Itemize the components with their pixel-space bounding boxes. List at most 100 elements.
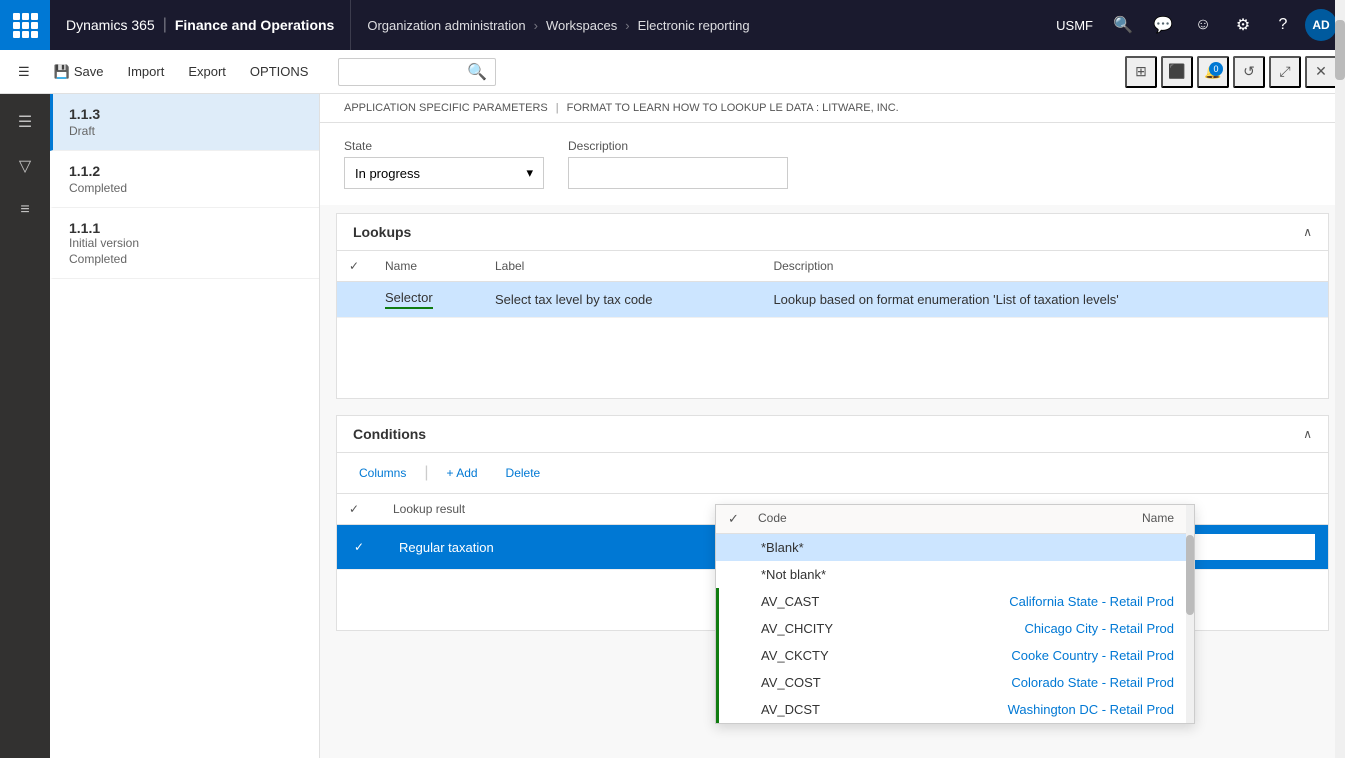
lookup-dropdown-header: ✓ Code Name xyxy=(716,505,1194,534)
sidebar-nav-list-icon[interactable]: ≡ xyxy=(5,190,45,230)
item-name: Chicago City - Retail Prod xyxy=(968,621,1183,636)
grid-view-button[interactable]: ⊞ xyxy=(1125,56,1157,88)
form-area: State In progress ▾ Description xyxy=(320,123,1345,205)
breadcrumb-org-admin[interactable]: Organization administration xyxy=(367,18,525,33)
item-code: *Blank* xyxy=(761,540,968,555)
version-status: Draft xyxy=(69,124,303,138)
detach-button[interactable]: ⤢ xyxy=(1269,56,1301,88)
list-item[interactable]: AV_DCST Washington DC - Retail Prod xyxy=(716,696,1194,723)
state-value: In progress xyxy=(355,166,420,181)
help-button[interactable]: ? xyxy=(1265,7,1301,43)
export-button[interactable]: Export xyxy=(178,56,236,88)
page-header-part2: FORMAT TO LEARN HOW TO LOOKUP LE DATA : … xyxy=(567,102,899,114)
notification-button[interactable]: 🔔 0 xyxy=(1197,56,1229,88)
row-name-cell: Selector xyxy=(373,282,483,318)
import-button[interactable]: Import xyxy=(117,56,174,88)
add-button[interactable]: + Add xyxy=(437,459,488,487)
list-item[interactable]: AV_CKCTY Cooke Country - Retail Prod xyxy=(716,642,1194,669)
description-input[interactable] xyxy=(568,157,788,189)
content-area: APPLICATION SPECIFIC PARAMETERS | FORMAT… xyxy=(320,94,1345,758)
close-button[interactable]: ✕ xyxy=(1305,56,1337,88)
smiley-button[interactable]: ☺ xyxy=(1185,7,1221,43)
page-scrollbar[interactable] xyxy=(1335,0,1345,758)
lookup-header-code: Code xyxy=(758,511,966,527)
item-code: *Not blank* xyxy=(761,567,968,582)
version-number: 1.1.3 xyxy=(69,106,303,122)
item-name: Cooke Country - Retail Prod xyxy=(968,648,1183,663)
item-code: AV_DCST xyxy=(761,702,968,717)
brand-separator: | xyxy=(163,16,167,34)
delete-button[interactable]: Delete xyxy=(496,459,551,487)
waffle-button[interactable] xyxy=(0,0,50,50)
options-button[interactable]: OPTIONS xyxy=(240,56,319,88)
sidebar-nav-filter-icon[interactable]: ▽ xyxy=(5,146,45,186)
version-number: 1.1.2 xyxy=(69,163,303,179)
form-row: State In progress ▾ Description xyxy=(344,139,1321,189)
list-item[interactable]: AV_COST Colorado State - Retail Prod xyxy=(716,669,1194,696)
version-item-113[interactable]: 1.1.3 Draft xyxy=(50,94,319,151)
waffle-icon xyxy=(13,13,38,38)
toolbar-search-input[interactable] xyxy=(347,64,467,79)
lookups-section-header[interactable]: Lookups ∧ xyxy=(337,214,1328,251)
state-select[interactable]: In progress ▾ xyxy=(344,157,544,189)
lookups-header-row: ✓ Name Label Description xyxy=(337,251,1328,282)
selector-name: Selector xyxy=(385,290,433,309)
toolbar-search-box[interactable]: 🔍 xyxy=(338,58,496,86)
breadcrumb-workspaces[interactable]: Workspaces xyxy=(546,18,617,33)
add-label: + Add xyxy=(447,466,478,480)
item-code: AV_CKCTY xyxy=(761,648,968,663)
company-selector[interactable]: USMF xyxy=(1048,18,1101,33)
columns-label: Columns xyxy=(359,466,406,480)
item-name: Washington DC - Retail Prod xyxy=(968,702,1183,717)
item-code: AV_COST xyxy=(761,675,968,690)
table-row[interactable]: Selector Select tax level by tax code Lo… xyxy=(337,282,1328,318)
lookups-chevron-icon: ∧ xyxy=(1303,225,1312,239)
breadcrumb-electronic-reporting[interactable]: Electronic reporting xyxy=(638,18,750,33)
breadcrumb: Organization administration › Workspaces… xyxy=(351,18,1048,33)
settings-button[interactable]: ⚙ xyxy=(1225,7,1261,43)
lookups-empty-space xyxy=(337,318,1328,398)
conditions-chevron-icon: ∧ xyxy=(1303,427,1312,441)
refresh-button[interactable]: ↺ xyxy=(1233,56,1265,88)
office-button[interactable]: ⬛ xyxy=(1161,56,1193,88)
lookups-section: Lookups ∧ ✓ Name Label xyxy=(336,213,1329,399)
row-check-cell xyxy=(337,282,373,318)
list-item[interactable]: *Blank* xyxy=(716,534,1194,561)
list-item[interactable]: *Not blank* xyxy=(716,561,1194,588)
notification-count: 0 xyxy=(1209,62,1223,76)
conditions-section-header[interactable]: Conditions ∧ xyxy=(337,416,1328,453)
lookup-result-value: Regular taxation xyxy=(399,540,494,555)
lookup-header-name: Name xyxy=(966,511,1182,527)
save-icon: 💾 xyxy=(54,64,70,80)
lookups-col-label: Label xyxy=(483,251,761,282)
state-label: State xyxy=(344,139,544,153)
brand-dynamics365: Dynamics 365 xyxy=(66,17,155,33)
message-button[interactable]: 💬 xyxy=(1145,7,1181,43)
brand-finance-operations: Finance and Operations xyxy=(175,17,334,33)
version-status: Completed xyxy=(69,252,303,266)
row-description-cell: Lookup based on format enumeration 'List… xyxy=(761,282,1328,318)
hamburger-icon: ☰ xyxy=(18,64,30,80)
item-code: AV_CAST xyxy=(761,594,968,609)
hamburger-button[interactable]: ☰ xyxy=(8,56,40,88)
top-nav-bar: Dynamics 365 | Finance and Operations Or… xyxy=(0,0,1345,50)
search-button[interactable]: 🔍 xyxy=(1105,7,1141,43)
dropdown-scrollbar[interactable] xyxy=(1186,505,1194,723)
lookup-header-check: ✓ xyxy=(728,511,758,527)
list-item[interactable]: AV_CHCITY Chicago City - Retail Prod xyxy=(716,615,1194,642)
lookups-col-description: Description xyxy=(761,251,1328,282)
version-item-112[interactable]: 1.1.2 Completed xyxy=(50,151,319,208)
row-label-cell: Select tax level by tax code xyxy=(483,282,761,318)
save-button[interactable]: 💾 Save xyxy=(44,56,114,88)
action-toolbar: ☰ 💾 Save Import Export OPTIONS 🔍 ⊞ ⬛ 🔔 0… xyxy=(0,50,1345,94)
sidebar-nav-menu-icon[interactable]: ☰ xyxy=(5,102,45,142)
check-icon: ✓ xyxy=(349,259,359,273)
content-inner: APPLICATION SPECIFIC PARAMETERS | FORMAT… xyxy=(320,94,1345,758)
sidebar-nav: ☰ ▽ ≡ xyxy=(0,94,50,758)
version-list: 1.1.3 Draft 1.1.2 Completed 1.1.1 Initia… xyxy=(50,94,320,758)
version-item-111[interactable]: 1.1.1 Initial version Completed xyxy=(50,208,319,279)
cond-row-check-cell: ✓ xyxy=(337,525,381,570)
user-avatar[interactable]: AD xyxy=(1305,9,1337,41)
list-item[interactable]: AV_CAST California State - Retail Prod xyxy=(716,588,1194,615)
columns-button[interactable]: Columns xyxy=(349,459,416,487)
